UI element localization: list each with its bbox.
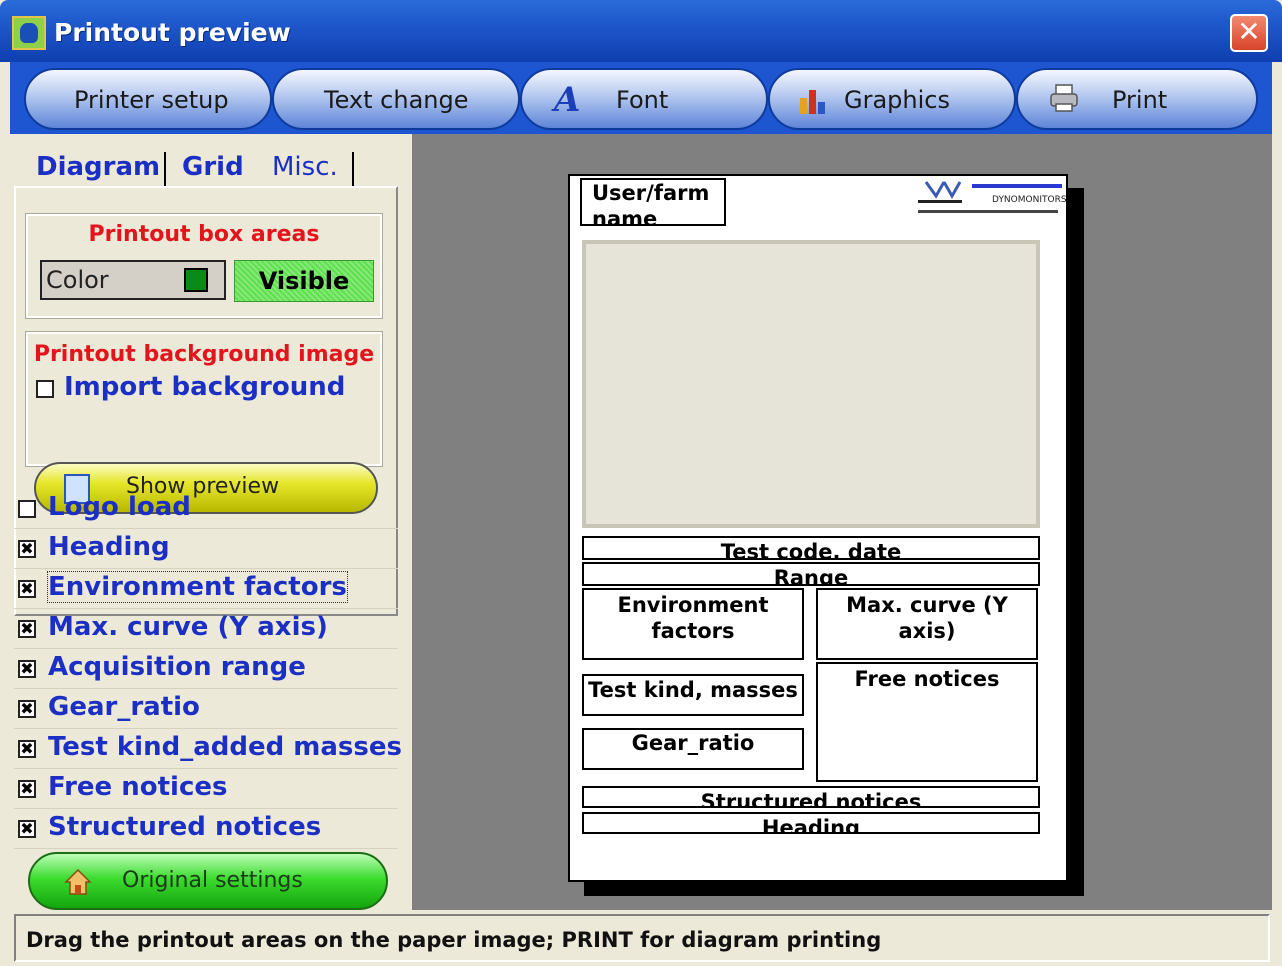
print-button[interactable]: Print [1016, 68, 1258, 130]
text-change-button[interactable]: Text change [272, 68, 520, 130]
printer-icon [1050, 84, 1078, 112]
status-bar: Drag the printout areas on the paper ima… [10, 910, 1272, 966]
tab-grid[interactable]: Grid [182, 152, 244, 182]
visible-toggle[interactable]: Visible [234, 260, 374, 302]
import-background-label: Import background [64, 372, 346, 402]
gear-ratio-label: Gear_ratio [48, 692, 200, 722]
status-text: Drag the printout areas on the paper ima… [26, 928, 882, 952]
original-settings-label: Original settings [122, 868, 303, 893]
option-row-gear-ratio[interactable]: ✖ Gear_ratio [14, 690, 398, 729]
print-label: Print [1112, 86, 1168, 114]
font-button[interactable]: A Font [520, 68, 768, 130]
structured-notices-label: Structured notices [48, 812, 322, 842]
tab-strip: Diagram Grid Misc. [22, 144, 368, 186]
tab-divider [352, 152, 354, 186]
option-row-heading[interactable]: ✖ Heading [14, 530, 398, 569]
test-kind-checkbox[interactable]: ✖ [18, 740, 36, 758]
box-areas-title: Printout box areas [88, 222, 320, 247]
paper-preview: User/farm name DYNOMONITORS Test code, d… [568, 174, 1068, 882]
option-row-max-curve[interactable]: ✖ Max. curve (Y axis) [14, 610, 398, 649]
diagram-area[interactable] [582, 240, 1040, 528]
free-notices-checkbox[interactable]: ✖ [18, 780, 36, 798]
option-row-structured-notices[interactable]: ✖ Structured notices [14, 810, 398, 849]
max-curve-box[interactable]: Max. curve (Y axis) [816, 588, 1038, 660]
tab-divider [164, 152, 166, 186]
heading-box[interactable]: Heading [582, 812, 1040, 834]
environment-factors-label: Environment factors [47, 571, 348, 603]
user-farm-box[interactable]: User/farm name [580, 178, 726, 226]
box-areas-group: Printout box areas Color Visible [25, 213, 383, 319]
option-row-acquisition[interactable]: ✖ Acquisition range [14, 650, 398, 689]
test-code-box[interactable]: Test code, date [582, 536, 1040, 560]
import-background-checkbox[interactable] [36, 380, 54, 398]
structured-notices-box[interactable]: Structured notices [582, 786, 1040, 808]
color-label: Color [46, 266, 109, 294]
color-swatch [184, 268, 208, 292]
tab-misc[interactable]: Misc. [272, 152, 338, 182]
test-kind-box[interactable]: Test kind, masses [582, 674, 804, 716]
background-group: Printout background image Import backgro… [25, 331, 383, 467]
toolbar: Printer setup Text change A Font Graphic… [10, 62, 1272, 134]
app-icon [12, 16, 46, 50]
bar-chart-icon [800, 90, 825, 114]
font-label: Font [616, 86, 669, 114]
gear-ratio-checkbox[interactable]: ✖ [18, 700, 36, 718]
home-icon [64, 868, 92, 895]
environment-box[interactable]: Environment factors [582, 588, 804, 660]
printer-setup-label: Printer setup [74, 86, 229, 114]
graphics-label: Graphics [844, 86, 950, 114]
window-title: Printout preview [54, 18, 291, 47]
title-bar: Printout preview ✕ [0, 0, 1282, 62]
environment-factors-checkbox[interactable]: ✖ [18, 580, 36, 598]
settings-panel: Diagram Grid Misc. Printout box areas Co… [10, 134, 412, 910]
acquisition-range-checkbox[interactable]: ✖ [18, 660, 36, 678]
range-box[interactable]: Range [582, 562, 1040, 586]
logo-text: DYNOMONITORS [992, 195, 1066, 205]
max-curve-checkbox[interactable]: ✖ [18, 620, 36, 638]
free-notices-label: Free notices [48, 772, 228, 802]
text-change-label: Text change [324, 86, 469, 114]
logo-load-checkbox[interactable] [18, 500, 36, 518]
close-button[interactable]: ✕ [1230, 14, 1268, 52]
status-field: Drag the printout areas on the paper ima… [14, 914, 1270, 962]
font-icon: A [554, 80, 581, 120]
tab-diagram[interactable]: Diagram [36, 152, 160, 182]
max-curve-label: Max. curve (Y axis) [48, 612, 328, 642]
option-row-test-kind[interactable]: ✖ Test kind_added masses [14, 730, 402, 769]
test-kind-label: Test kind_added masses [48, 732, 402, 762]
gear-ratio-box[interactable]: Gear_ratio [582, 728, 804, 770]
heading-label: Heading [48, 532, 170, 562]
structured-notices-checkbox[interactable]: ✖ [18, 820, 36, 838]
heading-checkbox[interactable]: ✖ [18, 540, 36, 558]
option-row-free-notices[interactable]: ✖ Free notices [14, 770, 398, 809]
option-row-environment[interactable]: ✖ Environment factors [14, 570, 398, 609]
color-picker[interactable]: Color [40, 260, 226, 300]
option-row-logo[interactable]: Logo load [14, 490, 398, 529]
graphics-button[interactable]: Graphics [768, 68, 1016, 130]
printer-setup-button[interactable]: Printer setup [24, 68, 272, 130]
background-title: Printout background image [33, 342, 375, 367]
logo-load-label: Logo load [48, 492, 191, 522]
acquisition-range-label: Acquisition range [48, 652, 306, 682]
company-logo: DYNOMONITORS [918, 181, 1066, 213]
free-notices-box[interactable]: Free notices [816, 662, 1038, 782]
original-settings-button[interactable]: Original settings [28, 852, 388, 910]
preview-area: User/farm name DYNOMONITORS Test code, d… [412, 134, 1272, 910]
